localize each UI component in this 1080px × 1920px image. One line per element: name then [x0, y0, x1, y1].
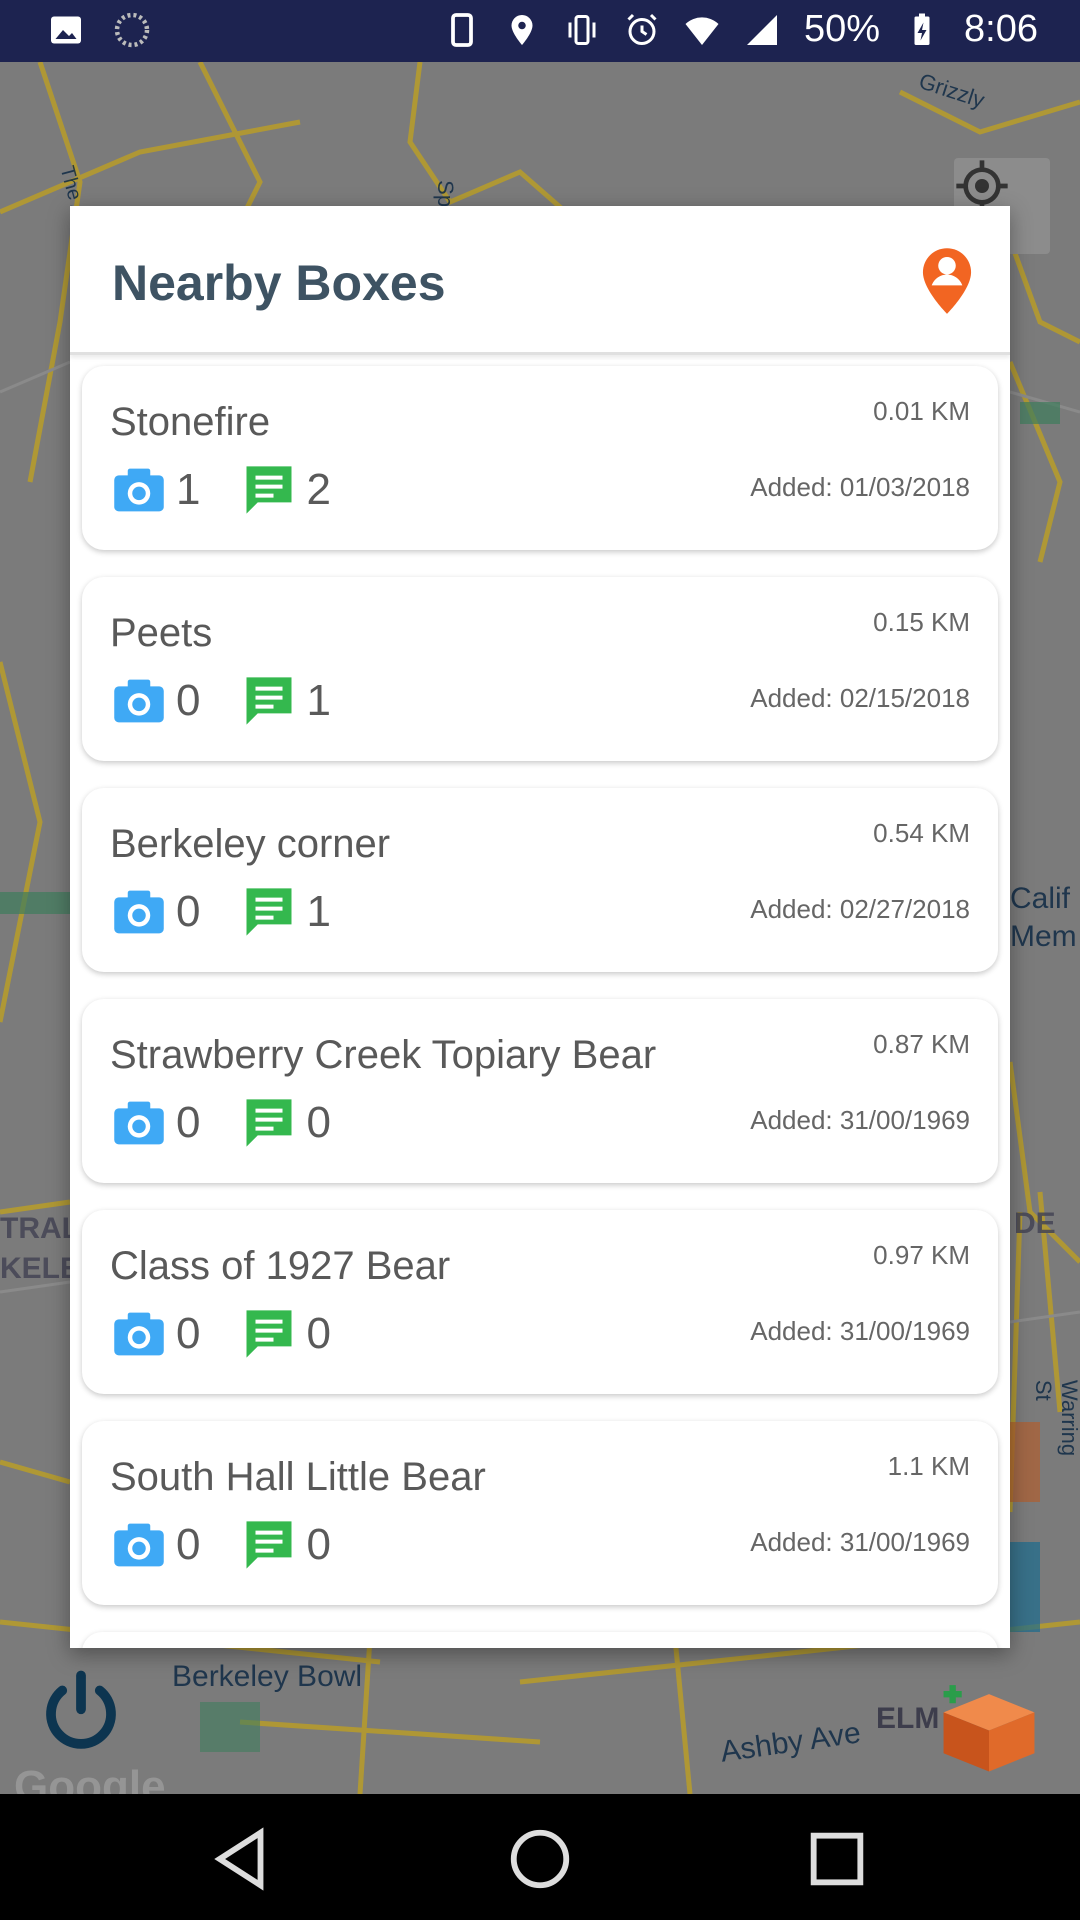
box-added-date: Added: 01/03/2018 — [750, 472, 970, 502]
photo-count: 0 — [112, 676, 200, 726]
message-icon — [246, 888, 292, 936]
home-button[interactable] — [505, 1824, 575, 1894]
box-icon[interactable] — [934, 1676, 1044, 1776]
alarm-icon — [627, 13, 657, 45]
recents-button[interactable] — [802, 1824, 872, 1894]
message-count-value: 0 — [306, 1520, 331, 1569]
box-distance: 0.54 KM — [873, 818, 970, 848]
map-label-mem: Mem — [1010, 920, 1077, 953]
location-pin-icon[interactable] — [920, 246, 974, 316]
box-card[interactable]: South Hall Little Bear 1.1 KM Added: 31/00… — [82, 1421, 998, 1605]
google-logo: Google — [14, 1762, 166, 1794]
box-added-date: Added: 02/27/2018 — [750, 894, 970, 924]
message-count-value: 1 — [306, 676, 331, 725]
box-added-date: Added: 02/15/2018 — [750, 683, 970, 713]
photo-count-value: 0 — [176, 1309, 201, 1358]
box-added-date: Added: 31/00/1969 — [750, 1527, 970, 1557]
message-count-value: 1 — [306, 887, 331, 936]
box-card[interactable]: Class of 1927 Bear 0.97 KM Added: 31/00/19… — [82, 1210, 998, 1394]
nearby-boxes-list[interactable]: Stonefire 0.01 KM Added: 01/03/2018 1 2 Peets… — [82, 366, 998, 1648]
box-card-partial[interactable] — [82, 1632, 998, 1648]
box-stats: 00 — [112, 1308, 373, 1360]
box-stats: 01 — [112, 886, 373, 938]
box-added-date: Added: 31/00/1969 — [750, 1105, 970, 1135]
message-count-value: 2 — [306, 465, 331, 514]
box-distance: 0.15 KM — [873, 607, 970, 637]
message-count: 1 — [242, 886, 331, 938]
signal-icon — [746, 14, 777, 45]
box-distance: 0.97 KM — [873, 1240, 970, 1270]
message-icon — [246, 1521, 292, 1569]
camera-icon — [114, 1523, 164, 1567]
camera-icon — [114, 1312, 164, 1356]
photo-count: 0 — [112, 1098, 200, 1148]
map-label-calif: Calif — [1010, 882, 1071, 915]
photo-count-value: 1 — [176, 465, 201, 514]
photo-count-value: 0 — [176, 1098, 201, 1147]
power-icon[interactable] — [36, 1668, 126, 1758]
camera-icon — [114, 468, 164, 512]
message-count: 2 — [242, 464, 331, 516]
box-stats: 00 — [112, 1519, 373, 1571]
status-bar: 50% 8:06 — [0, 0, 1080, 62]
location-icon — [511, 14, 533, 45]
box-card[interactable]: Stonefire 0.01 KM Added: 01/03/2018 1 2 — [82, 366, 998, 550]
message-count-value: 0 — [306, 1098, 331, 1147]
photo-count: 0 — [112, 1309, 200, 1359]
box-name: Peets — [110, 611, 213, 655]
box-added-date: Added: 31/00/1969 — [750, 1316, 970, 1346]
box-name: Class of 1927 Bear — [110, 1244, 451, 1288]
map-label-berkeley-bowl: Berkeley Bowl — [172, 1660, 363, 1693]
camera-icon — [114, 1101, 164, 1145]
box-stats: 01 — [112, 675, 373, 727]
battery-percent: 50% — [803, 8, 881, 50]
box-stats: 00 — [112, 1097, 373, 1149]
clock: 8:06 — [964, 8, 1038, 50]
camera-icon — [114, 890, 164, 934]
box-name: Stonefire — [110, 400, 271, 444]
photo-count-value: 0 — [176, 1520, 201, 1569]
message-count: 0 — [242, 1308, 331, 1360]
photo-count-value: 0 — [176, 887, 201, 936]
message-count: 1 — [242, 675, 331, 727]
sync-notification-icon — [114, 12, 150, 48]
phone-icon — [451, 12, 473, 47]
box-distance: 0.87 KM — [873, 1029, 970, 1059]
vibrate-icon — [568, 14, 596, 45]
photo-count: 0 — [112, 887, 200, 937]
box-distance: 1.1 KM — [887, 1451, 970, 1481]
message-icon — [246, 677, 292, 725]
message-count: 0 — [242, 1519, 331, 1571]
battery-icon — [914, 13, 930, 45]
wifi-icon — [685, 16, 719, 45]
map-label-warring: Warring St — [1031, 1379, 1080, 1457]
map-label-de: DE — [1014, 1207, 1056, 1240]
box-distance: 0.01 KM — [873, 396, 970, 426]
box-name: South Hall Little Bear — [110, 1455, 486, 1499]
map-label-elm: ELM — [876, 1702, 940, 1735]
message-count-value: 0 — [306, 1309, 331, 1358]
photo-count: 1 — [112, 465, 200, 515]
photo-count-value: 0 — [176, 676, 201, 725]
dialog-title: Nearby Boxes — [112, 255, 446, 311]
box-stats: 12 — [112, 464, 373, 516]
back-button[interactable] — [208, 1824, 278, 1894]
message-count: 0 — [242, 1097, 331, 1149]
box-name: Strawberry Creek Topiary Bear — [110, 1033, 657, 1077]
map-label-tral: TRAL — [0, 1212, 80, 1245]
image-notification-icon — [51, 16, 81, 44]
dialog-header: Nearby Boxes — [70, 206, 1010, 355]
nearby-boxes-dialog: Nearby Boxes Stonefire 0.01 KM Added: 01/0… — [70, 206, 1010, 1648]
box-name: Berkeley corner — [110, 822, 391, 866]
box-card[interactable]: Strawberry Creek Topiary Bear 0.87 KM Adde… — [82, 999, 998, 1183]
navigation-bar — [0, 1794, 1080, 1920]
photo-count: 0 — [112, 1520, 200, 1570]
box-card[interactable]: Berkeley corner 0.54 KM Added: 02/27/2018 0… — [82, 788, 998, 972]
message-icon — [246, 466, 292, 514]
message-icon — [246, 1310, 292, 1358]
box-card[interactable]: Peets 0.15 KM Added: 02/15/2018 0 1 — [82, 577, 998, 761]
camera-icon — [114, 679, 164, 723]
message-icon — [246, 1099, 292, 1147]
